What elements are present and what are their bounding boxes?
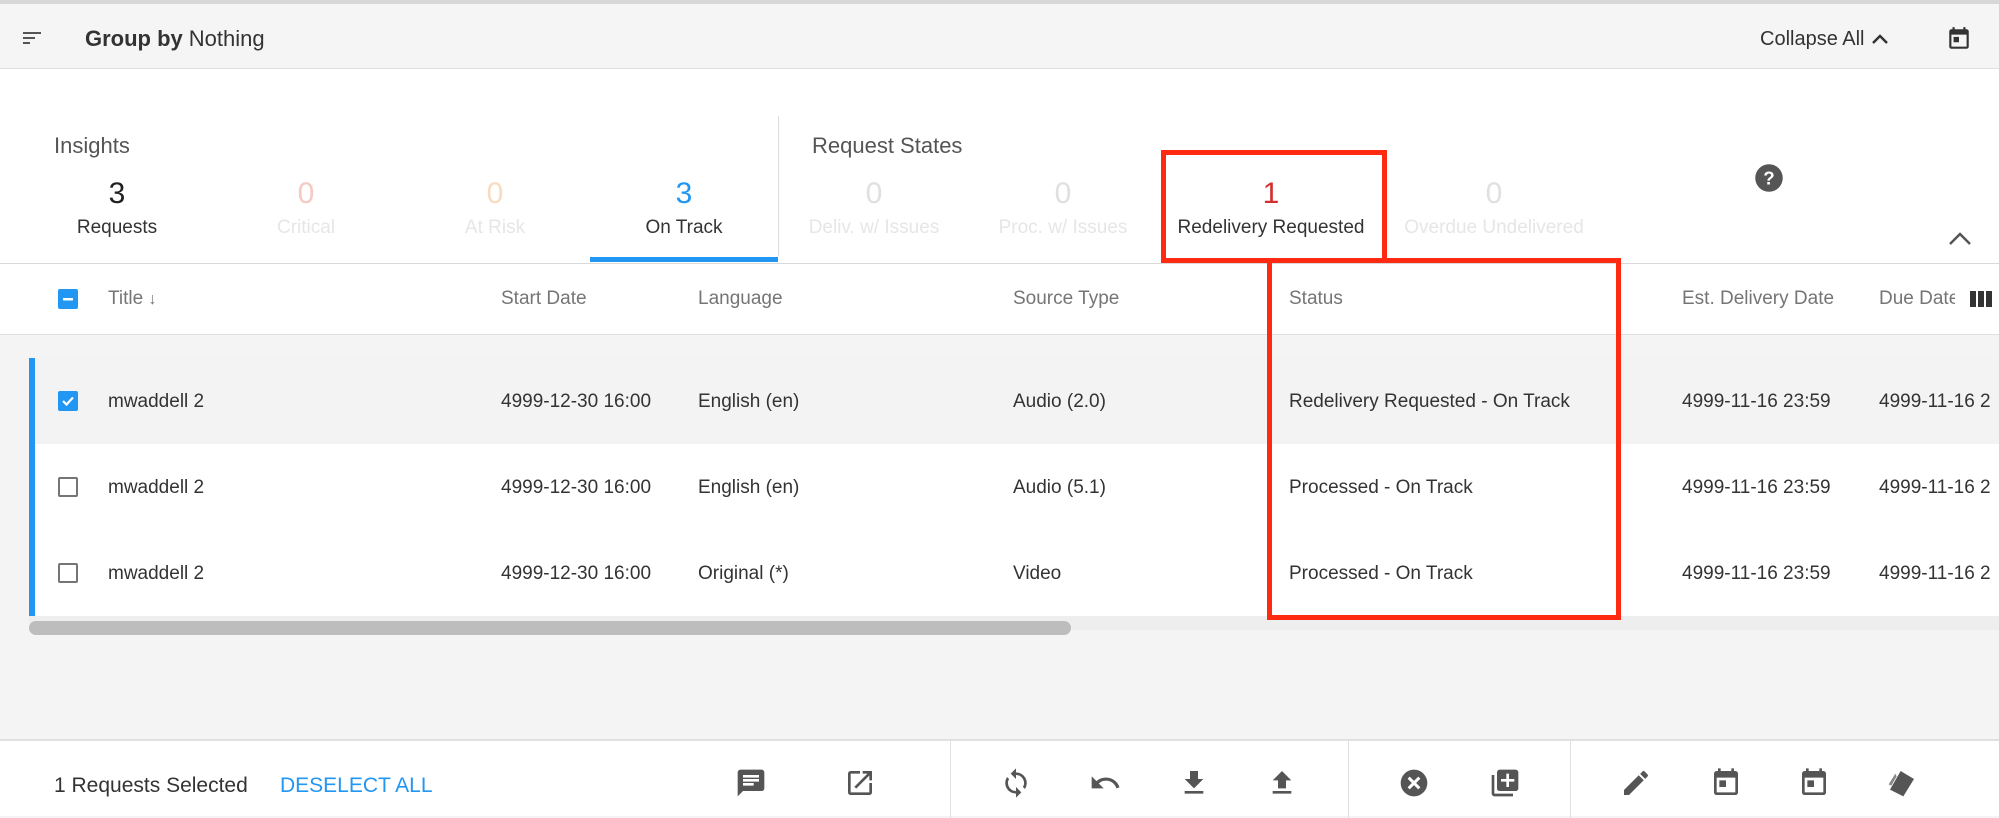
cell-title: mwaddell 2 — [108, 563, 205, 584]
comment-icon[interactable] — [734, 767, 768, 804]
column-header-title[interactable]: Title ↓ — [108, 288, 156, 310]
metric-label: Critical — [276, 217, 336, 238]
horizontal-scrollbar-thumb[interactable] — [29, 621, 1071, 635]
sort-lines-icon[interactable] — [23, 30, 43, 51]
metric-label: Proc. w/ Issues — [998, 217, 1128, 238]
collapse-all-button[interactable]: Collapse All — [1760, 28, 1889, 51]
metric-label: Deliv. w/ Issues — [808, 217, 940, 238]
column-header-source-type[interactable]: Source Type — [1013, 288, 1119, 310]
row-checkbox[interactable] — [58, 477, 78, 497]
action-divider — [1348, 741, 1349, 818]
table-row[interactable]: mwaddell 2 4999-12-30 16:00 English (en)… — [30, 358, 1999, 445]
table-row[interactable]: mwaddell 2 4999-12-30 16:00 English (en)… — [30, 444, 1999, 531]
cell-due-date: 4999-11-16 2 — [1879, 563, 1991, 584]
chevron-up-icon — [1871, 28, 1889, 51]
svg-text:?: ? — [1763, 167, 1774, 188]
group-toolbar: Group by Nothing Collapse All — [0, 0, 1999, 69]
metric-value: 0 — [865, 177, 883, 210]
selected-count: 1 Requests Selected — [54, 774, 248, 797]
cell-est-delivery-date: 4999-11-16 23:59 — [1682, 563, 1831, 584]
active-tab-indicator — [590, 257, 778, 262]
calendar-due-icon[interactable] — [1798, 767, 1830, 804]
calendar-start-icon[interactable] — [1710, 767, 1742, 804]
metric-label: At Risk — [464, 217, 526, 238]
highlight-status-column — [1267, 258, 1621, 620]
cell-title: mwaddell 2 — [108, 477, 205, 498]
calendar-icon[interactable] — [1946, 26, 1972, 57]
metric-value: 0 — [486, 177, 504, 210]
column-label: Title — [108, 288, 144, 309]
add-box-icon[interactable] — [1488, 767, 1522, 804]
metric-label: On Track — [645, 217, 723, 238]
cell-start-date: 4999-12-30 16:00 — [501, 477, 652, 498]
cell-language: Original (*) — [698, 563, 789, 584]
cell-source-type: Audio (5.1) — [1013, 477, 1106, 498]
cell-est-delivery-date: 4999-11-16 23:59 — [1682, 477, 1831, 498]
group-by-value: Nothing — [188, 26, 265, 51]
group-by-selector[interactable]: Group by Nothing — [85, 26, 265, 52]
selection-action-bar: 1 Requests Selected DESELECT ALL — [0, 739, 1999, 818]
cell-due-date: 4999-11-16 2 — [1879, 477, 1991, 498]
deselect-all-button[interactable]: DESELECT ALL — [280, 774, 433, 798]
cell-source-type: Video — [1013, 563, 1062, 584]
collapse-insights-icon[interactable] — [1947, 229, 1973, 252]
column-header-language[interactable]: Language — [698, 288, 783, 310]
metric-value: 3 — [675, 177, 693, 210]
column-header-start-date[interactable]: Start Date — [501, 288, 587, 310]
metric-label: Overdue Undelivered — [1404, 217, 1584, 238]
open-external-icon[interactable] — [844, 767, 876, 804]
tag-cards-icon[interactable] — [1884, 767, 1920, 804]
metric-value: 3 — [108, 177, 126, 210]
metric-value: 0 — [297, 177, 315, 210]
action-divider — [950, 741, 951, 818]
metric-value: 0 — [1054, 177, 1072, 210]
request-states-title: Request States — [812, 133, 963, 158]
insights-panel: Insights Request States 3 Requests 0 Cri… — [0, 69, 1999, 264]
metric-label: Requests — [76, 217, 158, 238]
cell-start-date: 4999-12-30 16:00 — [501, 563, 652, 584]
metric-deliv-issues[interactable]: 0 Deliv. w/ Issues — [784, 177, 964, 239]
collapse-all-label: Collapse All — [1760, 28, 1865, 50]
metric-overdue-undelivered[interactable]: 0 Overdue Undelivered — [1384, 177, 1604, 239]
metric-on-track[interactable]: 3 On Track — [594, 177, 774, 239]
sort-arrow-icon: ↓ — [148, 291, 157, 308]
undo-icon[interactable] — [1088, 767, 1122, 804]
insights-title: Insights — [54, 133, 130, 158]
highlight-redelivery-metric — [1161, 150, 1387, 263]
action-divider — [1570, 741, 1571, 818]
row-checkbox[interactable] — [58, 563, 78, 583]
columns-icon[interactable] — [1970, 290, 1992, 313]
column-header-est-delivery-date[interactable]: Est. Delivery Date — [1682, 288, 1834, 310]
download-icon[interactable] — [1178, 767, 1210, 804]
metric-at-risk[interactable]: 0 At Risk — [405, 177, 585, 239]
refresh-icon[interactable] — [1000, 767, 1032, 804]
metric-value: 0 — [1485, 177, 1503, 210]
cell-start-date: 4999-12-30 16:00 — [501, 391, 652, 412]
select-all-checkbox[interactable] — [58, 289, 78, 309]
table-header: Title ↓ Start Date Language Source Type … — [0, 264, 1999, 335]
cell-title: mwaddell 2 — [108, 391, 205, 412]
metric-requests[interactable]: 3 Requests — [27, 177, 207, 239]
group-indicator-bar — [29, 358, 35, 616]
metric-critical[interactable]: 0 Critical — [216, 177, 396, 239]
table-row[interactable]: mwaddell 2 4999-12-30 16:00 Original (*)… — [30, 530, 1999, 617]
column-header-due-date[interactable]: Due Date — [1879, 288, 1955, 310]
help-icon[interactable]: ? — [1754, 163, 1784, 198]
upload-icon[interactable] — [1266, 767, 1298, 804]
cell-language: English (en) — [698, 391, 800, 412]
group-by-label: Group by — [85, 26, 183, 51]
section-divider — [778, 116, 779, 256]
cell-language: English (en) — [698, 477, 800, 498]
cancel-circle-icon[interactable] — [1398, 767, 1430, 804]
metric-proc-issues[interactable]: 0 Proc. w/ Issues — [973, 177, 1153, 239]
cell-source-type: Audio (2.0) — [1013, 391, 1106, 412]
cell-due-date: 4999-11-16 2 — [1879, 391, 1991, 412]
edit-pencil-icon[interactable] — [1620, 767, 1652, 804]
row-checkbox[interactable] — [58, 391, 78, 411]
cell-est-delivery-date: 4999-11-16 23:59 — [1682, 391, 1831, 412]
